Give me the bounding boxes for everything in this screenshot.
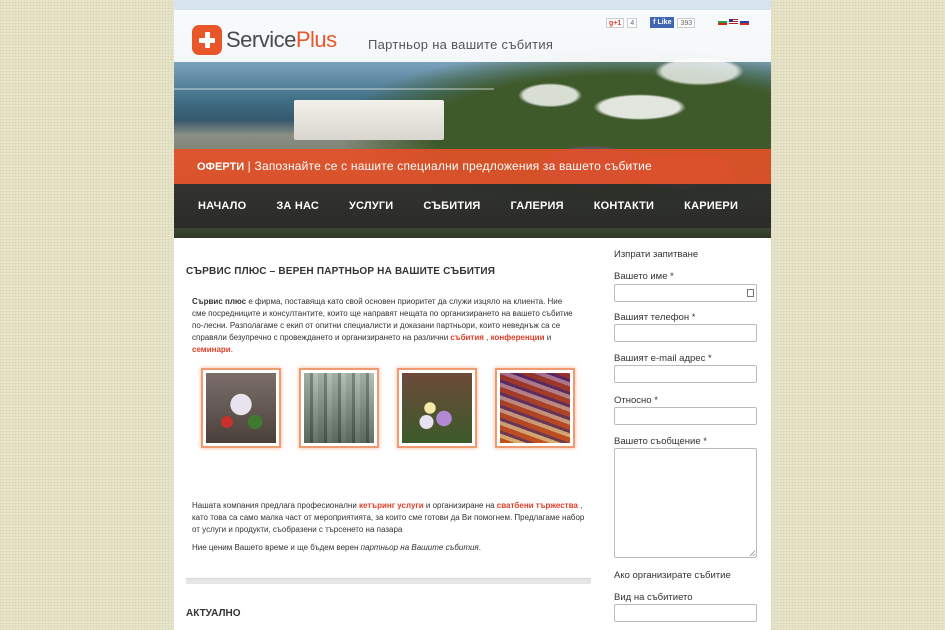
catering-link[interactable]: кетъринг услуги — [359, 501, 424, 510]
nav-events[interactable]: СЪБИТИЯ — [423, 200, 480, 212]
phone-field[interactable] — [614, 324, 757, 342]
bulgarian-flag-icon[interactable] — [718, 19, 727, 25]
para2-text-b: и организиране на — [423, 501, 497, 510]
nav-about[interactable]: ЗА НАС — [276, 200, 319, 212]
gallery-thumbnails — [201, 368, 575, 448]
email-label: Вашият e-mail адрес * — [614, 353, 712, 364]
social-buttons: g+1 4 f Like 393 — [606, 17, 696, 28]
email-field[interactable] — [614, 365, 757, 383]
hero-table — [294, 100, 444, 140]
event-section-label: Ако организирате събитие — [614, 570, 731, 581]
gallery-thumb[interactable] — [397, 368, 477, 448]
news-heading: АКТУАЛНО — [186, 608, 241, 619]
nav-services[interactable]: УСЛУГИ — [349, 200, 393, 212]
event-type-label: Вид на събитието — [614, 592, 693, 603]
seminars-link[interactable]: семинари — [192, 345, 231, 354]
weddings-link[interactable]: сватбени тържества — [497, 501, 578, 510]
form-title: Изпрати запитване — [614, 249, 699, 260]
subject-label: Относно * — [614, 395, 658, 406]
gplus-button[interactable]: g+1 — [606, 17, 625, 28]
para3-italic: партньор на Вашите събития — [360, 543, 479, 552]
name-field[interactable] — [614, 284, 757, 302]
english-flag-icon[interactable] — [729, 19, 738, 25]
para3-text: Ние ценим Вашето време и ще бъдем верен — [192, 543, 361, 552]
gallery-thumb[interactable] — [495, 368, 575, 448]
intro-end: . — [230, 345, 233, 354]
hero-banner: ServicePlus Партньор на вашите събития g… — [174, 0, 771, 238]
logo-text: ServicePlus — [226, 27, 337, 52]
intro-paragraph: Сървис плюс е фирма, поставяща като свой… — [192, 296, 577, 356]
facebook-like-count: 393 — [677, 17, 696, 28]
offers-text: | Запознайте се с нашите специални предл… — [244, 159, 652, 173]
phone-label: Вашият телефон * — [614, 312, 696, 323]
events-link[interactable]: събития — [450, 333, 484, 342]
tagline: Партньор на вашите събития — [368, 37, 554, 52]
closing-paragraph: Ние ценим Вашето време и ще бъдем верен … — [192, 543, 592, 552]
conferences-link[interactable]: конференции — [491, 333, 545, 342]
page: ServicePlus Партньор на вашите събития g… — [174, 0, 771, 630]
name-label: Вашето име * — [614, 271, 674, 282]
gallery-thumb[interactable] — [299, 368, 379, 448]
intro-brand: Сървис плюс — [192, 297, 247, 306]
facebook-like-button[interactable]: f Like — [650, 17, 675, 28]
gplus-count: 4 — [627, 17, 638, 28]
logo[interactable]: ServicePlus — [192, 25, 337, 55]
catering-cake-image — [206, 373, 276, 443]
section-divider — [186, 578, 591, 584]
top-strip — [174, 0, 771, 10]
flowers-image — [402, 373, 472, 443]
page-title: СЪРВИС ПЛЮС – ВЕРЕН ПАРТНЬОР НА ВАШИТЕ С… — [186, 266, 496, 277]
buffet-image — [500, 373, 570, 443]
resize-handle-icon[interactable] — [749, 550, 755, 556]
event-type-field[interactable] — [614, 604, 757, 622]
nav-contacts[interactable]: КОНТАКТИ — [594, 200, 654, 212]
intro-and: и — [544, 333, 552, 342]
hero-sea — [174, 88, 494, 90]
nav-careers[interactable]: КАРИЕРИ — [684, 200, 738, 212]
main-nav: НАЧАЛО ЗА НАС УСЛУГИ СЪБИТИЯ ГАЛЕРИЯ КОН… — [174, 184, 771, 228]
nav-gallery[interactable]: ГАЛЕРИЯ — [511, 200, 564, 212]
message-field[interactable] — [614, 448, 757, 558]
logo-plus-icon — [192, 25, 222, 55]
offers-banner[interactable]: ОФЕРТИ | Запознайте се с нашите специалн… — [174, 149, 771, 184]
subject-field[interactable] — [614, 407, 757, 425]
services-paragraph: Нашата компания предлага професионални к… — [192, 500, 592, 536]
intro-sep: , — [483, 333, 491, 342]
russian-flag-icon[interactable] — [740, 19, 749, 25]
offers-label: ОФЕРТИ — [197, 161, 245, 173]
gallery-thumb[interactable] — [201, 368, 281, 448]
para3-end: . — [478, 543, 481, 552]
message-label: Вашето съобщение * — [614, 436, 707, 447]
para2-text-a: Нашата компания предлага професионални — [192, 501, 360, 510]
glasses-image — [304, 373, 374, 443]
autofill-icon — [747, 289, 754, 297]
language-flags — [718, 19, 749, 25]
nav-home[interactable]: НАЧАЛО — [198, 200, 246, 212]
